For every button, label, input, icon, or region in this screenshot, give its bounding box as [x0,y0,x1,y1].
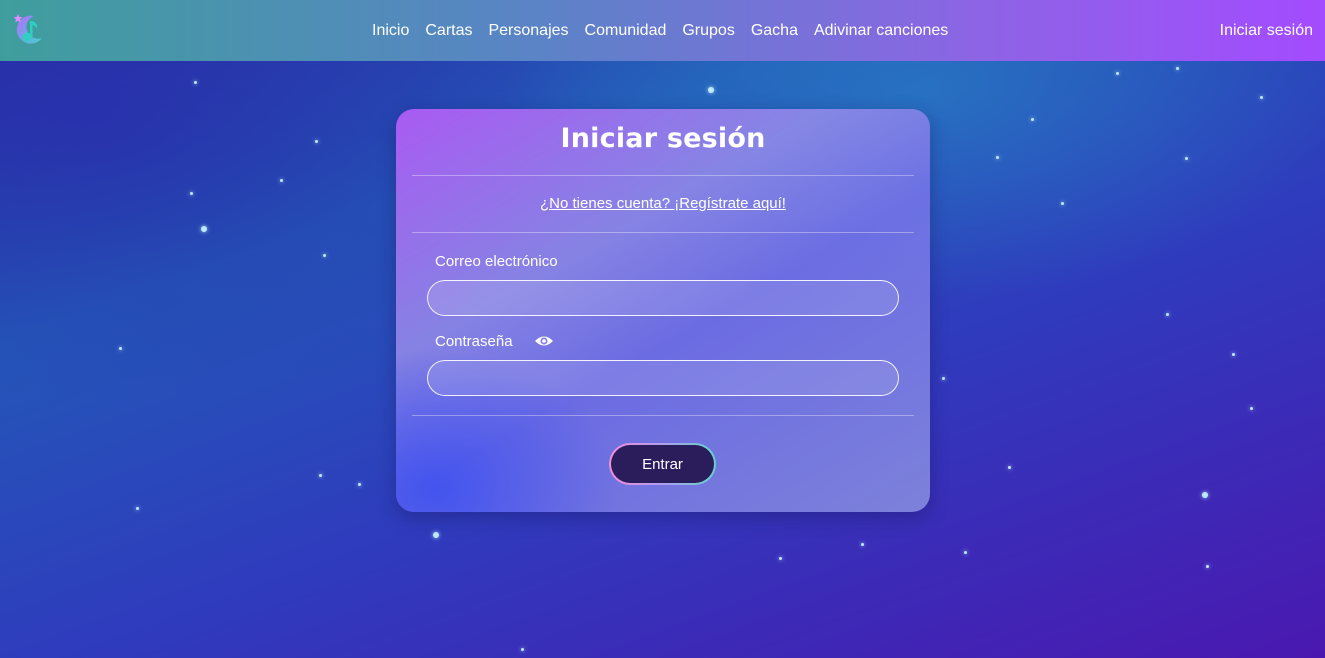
divider [412,232,914,233]
main-nav: Inicio Cartas Personajes Comunidad Grupo… [372,0,948,61]
nav-link-personajes[interactable]: Personajes [488,22,568,40]
nav-link-cartas[interactable]: Cartas [425,22,472,40]
register-link[interactable]: ¿No tienes cuenta? ¡Regístrate aquí! [396,195,930,212]
nav-link-comunidad[interactable]: Comunidad [585,22,667,40]
login-title: Iniciar sesión [560,123,766,154]
password-field[interactable] [427,360,899,396]
music-note-moon-logo-icon[interactable] [10,12,46,48]
login-card: Iniciar sesión ¿No tienes cuenta? ¡Regís… [396,109,930,512]
divider [412,415,914,416]
email-label: Correo electrónico [435,253,558,270]
top-navbar: Inicio Cartas Personajes Comunidad Grupo… [0,0,1325,61]
nav-link-grupos[interactable]: Grupos [682,22,734,40]
nav-login-link[interactable]: Iniciar sesión [1220,0,1313,61]
nav-link-gacha[interactable]: Gacha [751,22,798,40]
submit-button[interactable]: Entrar [609,443,716,485]
email-field[interactable] [427,280,899,316]
divider [412,175,914,176]
password-label: Contraseña [435,333,513,350]
nav-link-adivinar-canciones[interactable]: Adivinar canciones [814,22,948,40]
eye-icon[interactable] [534,333,554,349]
nav-link-inicio[interactable]: Inicio [372,22,409,40]
